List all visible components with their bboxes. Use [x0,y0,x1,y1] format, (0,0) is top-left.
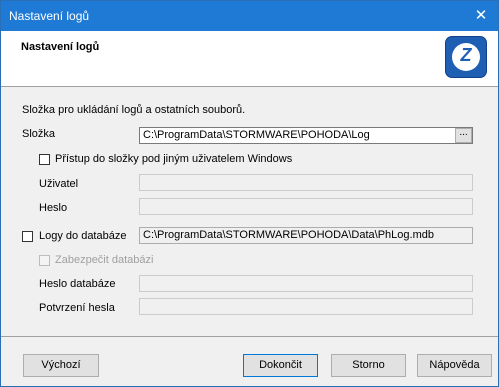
header-title: Nastavení logů [21,41,100,53]
footer-divider [1,336,498,337]
default-button[interactable]: Výchozí [23,354,99,377]
secure-db-checkbox[interactable] [39,255,50,266]
access-other-user-checkbox[interactable] [39,154,50,165]
dialog-header: Nastavení logů Z [1,31,498,87]
db-path-value: C:\ProgramData\STORMWARE\POHODA\Data\PhL… [143,229,434,241]
finish-button[interactable]: Dokončit [243,354,318,377]
folder-value: C:\ProgramData\STORMWARE\POHODA\Log [143,129,370,141]
db-password-label: Heslo databáze [39,278,116,290]
settings-dialog: Nastavení logů ✕ Nastavení logů Z Složka… [0,0,499,387]
close-icon[interactable]: ✕ [470,6,492,26]
help-button[interactable]: Nápověda [417,354,492,377]
browse-button[interactable]: ... [455,128,472,143]
access-other-user-label: Přístup do složky pod jiným uživatelem W… [55,153,293,165]
pohoda-logo-icon: Z [445,36,487,78]
intro-text: Složka pro ukládání logů a ostatních sou… [22,104,246,116]
db-logs-label: Logy do databáze [39,230,127,242]
cancel-button[interactable]: Storno [331,354,406,377]
password-label: Heslo [39,202,68,214]
folder-label: Složka [22,128,56,140]
db-logs-checkbox[interactable] [22,231,33,242]
secure-db-label: Zabezpečit databázi [55,254,154,266]
db-path-input: C:\ProgramData\STORMWARE\POHODA\Data\PhL… [139,227,473,244]
user-input[interactable] [139,174,473,191]
db-password-input[interactable] [139,275,473,292]
confirm-password-input[interactable] [139,298,473,315]
folder-input[interactable]: C:\ProgramData\STORMWARE\POHODA\Log [139,127,473,144]
password-input[interactable] [139,198,473,215]
window-title: Nastavení logů [9,9,90,23]
title-bar[interactable]: Nastavení logů ✕ [1,1,498,31]
user-label: Uživatel [39,178,79,190]
confirm-password-label: Potvrzení hesla [39,302,115,314]
